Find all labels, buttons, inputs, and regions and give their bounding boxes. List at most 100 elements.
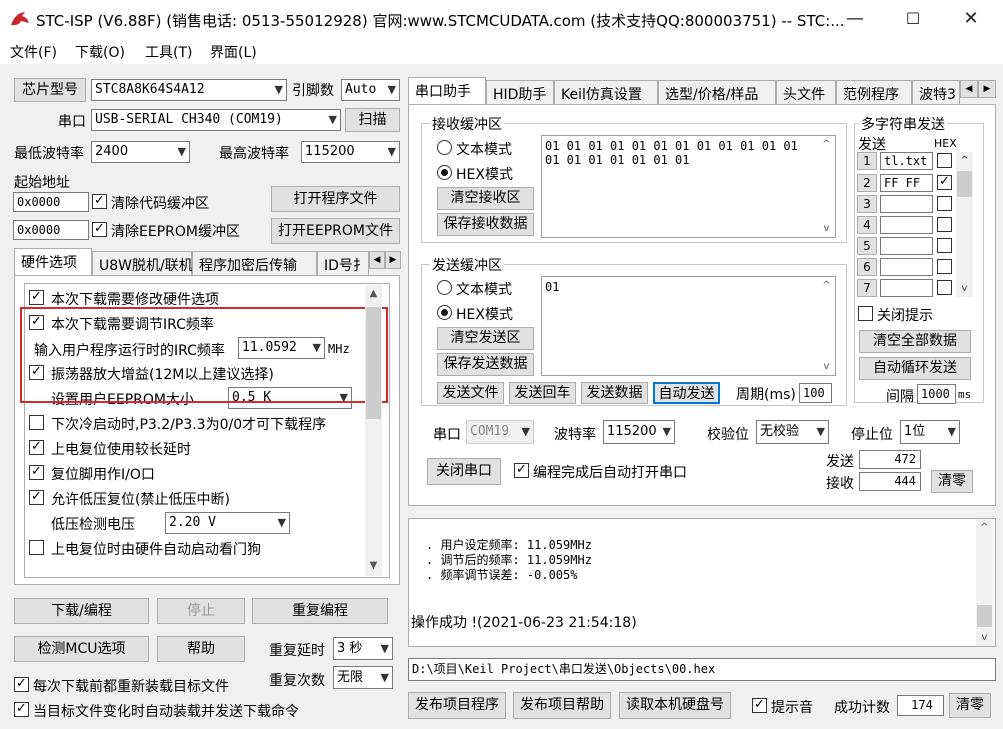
multi-row-4-input[interactable] [880, 216, 933, 234]
reload-each-checkbox[interactable]: ✓ [14, 677, 29, 692]
option-modify-hw-checkbox[interactable]: ✓ [29, 290, 44, 305]
option-low-voltage-checkbox[interactable]: ✓ [29, 490, 44, 505]
tab-baud[interactable]: 波特3 [912, 80, 960, 104]
close-button[interactable]: ✕ [942, 0, 1000, 38]
multi-row-4-button[interactable]: 4 [857, 216, 877, 234]
options-scrollbar[interactable]: ▲ ▼ [365, 285, 382, 576]
save-receive-button[interactable]: 保存接收数据 [437, 213, 534, 236]
multi-row-5-input[interactable] [880, 237, 933, 255]
stop-button[interactable]: 停止 [157, 598, 245, 624]
multi-row-1-hex-checkbox[interactable] [937, 153, 952, 168]
check-mcu-button[interactable]: 检测MCU选项 [14, 636, 149, 662]
tab-scroll-left-icon[interactable]: ◀ [369, 251, 385, 269]
maximize-button[interactable]: ☐ [884, 0, 942, 38]
code-address-input[interactable]: 0x0000 [13, 192, 89, 212]
multi-row-6-button[interactable]: 6 [857, 258, 877, 276]
tab-encrypt[interactable]: 程序加密后传输 [192, 251, 317, 275]
send-scrollbar[interactable]: ^ v [818, 277, 835, 375]
clear-code-checkbox[interactable]: ✓ [92, 194, 107, 209]
send-data-button[interactable]: 发送数据 [581, 382, 648, 404]
send-cr-button[interactable]: 发送回车 [509, 382, 576, 404]
multi-row-5-hex-checkbox[interactable] [937, 238, 952, 253]
eeprom-address-input[interactable]: 0x0000 [13, 220, 89, 240]
tabs-scroll-right-icon[interactable]: ▶ [978, 80, 996, 98]
serial-port-select[interactable]: COM19 ▼ [466, 420, 534, 444]
tab-hardware[interactable]: 硬件选项 [14, 248, 92, 275]
close-hint-checkbox[interactable] [858, 306, 873, 321]
min-baud-select[interactable]: 2400 ▼ [91, 141, 190, 163]
send-file-button[interactable]: 发送文件 [437, 382, 504, 404]
tab-scroll-right-icon[interactable]: ▶ [385, 251, 401, 269]
port-select[interactable]: USB-SERIAL CH340 (COM19) ▼ [91, 109, 341, 131]
scroll-thumb[interactable] [366, 307, 381, 419]
open-program-button[interactable]: 打开程序文件 [271, 186, 400, 212]
baud-rate-select[interactable]: 115200 ▼ [603, 420, 675, 444]
multi-row-1-button[interactable]: 1 [857, 152, 877, 170]
recv-hex-mode-radio[interactable] [437, 165, 452, 180]
repeat-delay-select[interactable]: 3 秒 ▼ [333, 637, 393, 660]
multi-row-3-hex-checkbox[interactable] [937, 196, 952, 211]
repeat-count-select[interactable]: 无限 ▼ [333, 666, 393, 689]
period-input[interactable]: 100 [799, 383, 832, 403]
save-send-button[interactable]: 保存发送数据 [437, 353, 534, 376]
option-reset-io-checkbox[interactable]: ✓ [29, 465, 44, 480]
log-scrollbar[interactable]: ^ v [976, 519, 993, 646]
multi-row-6-hex-checkbox[interactable] [937, 259, 952, 274]
menu-download[interactable]: 下载(O) [75, 42, 125, 62]
multi-string-scrollbar[interactable]: ^ v [956, 152, 973, 297]
option-watchdog-checkbox[interactable] [29, 540, 44, 555]
tab-header-files[interactable]: 头文件 [776, 80, 836, 104]
multi-row-7-hex-checkbox[interactable] [937, 280, 952, 295]
auto-send-button[interactable]: 自动发送 [653, 382, 720, 404]
multi-row-2-input[interactable]: FF FF [880, 174, 933, 192]
send-text-mode-radio[interactable] [437, 280, 452, 295]
tab-hid-assistant[interactable]: HID助手 [486, 80, 554, 104]
multi-row-5-button[interactable]: 5 [857, 237, 877, 255]
receive-scrollbar[interactable]: ^ v [818, 136, 835, 237]
help-button[interactable]: 帮助 [157, 636, 245, 662]
auto-loop-send-button[interactable]: 自动循环发送 [859, 357, 971, 380]
menu-tools[interactable]: 工具(T) [145, 42, 192, 62]
multi-row-6-input[interactable] [880, 258, 933, 276]
chip-model-select[interactable]: STC8A8K64S4A12 ▼ [91, 79, 287, 101]
clear-count-button[interactable]: 清零 [931, 470, 973, 493]
repeat-program-button[interactable]: 重复编程 [252, 598, 388, 624]
read-disk-id-button[interactable]: 读取本机硬盘号 [619, 692, 731, 719]
menu-file[interactable]: 文件(F) [10, 42, 57, 62]
scroll-down-icon[interactable]: ▼ [365, 557, 382, 574]
parity-select[interactable]: 无校验 ▼ [756, 420, 829, 444]
tab-keil-sim[interactable]: Keil仿真设置 [554, 80, 658, 104]
menu-interface[interactable]: 界面(L) [210, 42, 257, 62]
send-buffer[interactable]: 01 [541, 276, 836, 376]
download-program-button[interactable]: 下载/编程 [14, 598, 149, 624]
chip-model-button[interactable]: 芯片型号 [14, 78, 86, 102]
clear-all-button[interactable]: 清空全部数据 [859, 330, 971, 353]
multi-row-4-hex-checkbox[interactable] [937, 217, 952, 232]
multi-row-7-input[interactable] [880, 279, 933, 297]
auto-open-serial-checkbox[interactable]: ✓ [514, 463, 529, 478]
recv-text-mode-radio[interactable] [437, 140, 452, 155]
tab-u8w[interactable]: U8W脱机/联机 [92, 251, 193, 275]
auto-reload-checkbox[interactable]: ✓ [14, 702, 29, 717]
pins-select[interactable]: Auto ▼ [341, 79, 400, 101]
scroll-up-icon[interactable]: ▲ [365, 285, 382, 302]
multi-row-3-input[interactable] [880, 195, 933, 213]
tabs-scroll-left-icon[interactable]: ◀ [960, 80, 978, 98]
tab-examples[interactable]: 范例程序 [836, 80, 912, 104]
publish-help-button[interactable]: 发布项目帮助 [513, 692, 611, 719]
multi-row-2-button[interactable]: 2 [857, 174, 877, 192]
interval-input[interactable]: 1000 [917, 384, 956, 404]
option-long-delay-checkbox[interactable]: ✓ [29, 440, 44, 455]
publish-program-button[interactable]: 发布项目程序 [408, 692, 506, 719]
stop-bits-select[interactable]: 1位 ▼ [900, 420, 960, 444]
tab-selection-price[interactable]: 选型/价格/样品 [658, 80, 776, 104]
send-hex-mode-radio[interactable] [437, 305, 452, 320]
multi-row-2-hex-checkbox[interactable]: ✓ [937, 175, 952, 190]
open-eeprom-button[interactable]: 打开EEPROM文件 [271, 218, 400, 244]
multi-row-3-button[interactable]: 3 [857, 195, 877, 213]
clear-success-count-button[interactable]: 清零 [949, 693, 991, 718]
receive-buffer[interactable]: 01 01 01 01 01 01 01 01 01 01 01 01 01 0… [541, 135, 836, 238]
minimize-button[interactable]: — [826, 0, 884, 38]
option-cold-start-checkbox[interactable] [29, 415, 44, 430]
tab-serial-assistant[interactable]: 串口助手 [408, 77, 486, 104]
